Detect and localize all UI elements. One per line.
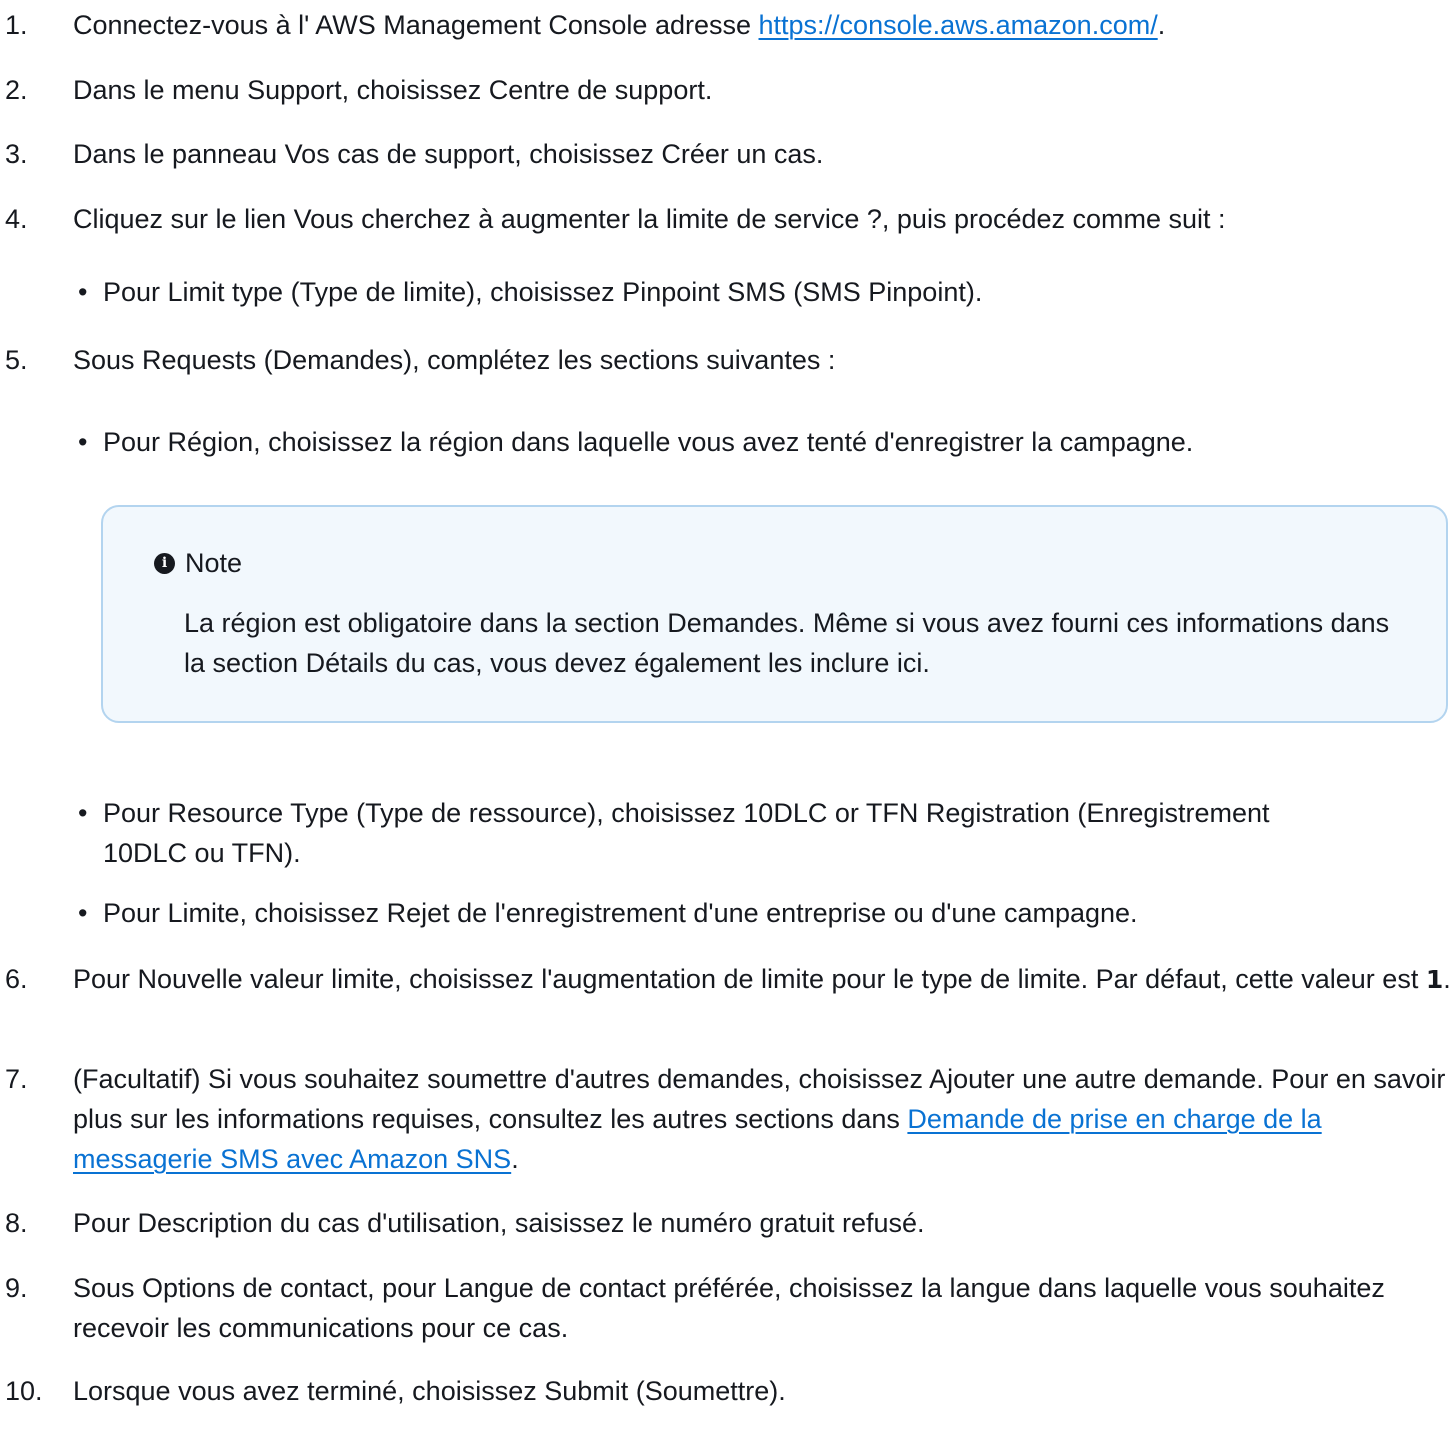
step-text: Pour Description du cas d'utilisation, s… (73, 1208, 925, 1238)
bullet-dot: • (78, 277, 88, 307)
step-text: (Facultatif) Si vous souhaitez soumettre… (73, 1059, 1451, 1179)
bullet-text: Pour Limit type (Type de limite), choisi… (103, 277, 983, 307)
step-text: Sous Requests (Demandes), complétez les … (73, 345, 836, 375)
note-body: La région est obligatoire dans la sectio… (184, 608, 1390, 678)
step-text: Lorsque vous avez terminé, choisissez Su… (73, 1376, 786, 1406)
step-number: 6. (5, 964, 28, 994)
note-title: Note (185, 548, 243, 578)
step-5: 5. Sous Requests (Demandes), complétez l… (0, 340, 1452, 380)
step-text-part: Connectez-vous à l' AWS Management Conso… (73, 10, 759, 40)
step-number: 3. (5, 139, 28, 169)
step-7: 7. (Facultatif) Si vous souhaitez soumet… (0, 1059, 1452, 1179)
step-number: 7. (5, 1064, 28, 1094)
bullet-region: • Pour Région, choisissez la région dans… (0, 422, 1452, 462)
step-text-part: . (1157, 10, 1166, 40)
step-2: 2. Dans le menu Support, choisissez Cent… (0, 70, 1452, 110)
step-text: Pour Nouvelle valeur limite, choisissez … (73, 959, 1451, 1000)
step-number: 5. (5, 345, 28, 375)
bullet-dot: • (78, 898, 88, 928)
bullet-limit: • Pour Limite, choisissez Rejet de l'enr… (0, 893, 1452, 933)
step-text: Dans le panneau Vos cas de support, choi… (73, 139, 824, 169)
step-text-part: Pour Nouvelle valeur limite, choisissez … (73, 964, 1426, 994)
info-icon: i (154, 553, 175, 574)
step-8: 8. Pour Description du cas d'utilisation… (0, 1203, 1452, 1243)
bullet-text: Pour Limite, choisissez Rejet de l'enreg… (103, 898, 1138, 928)
bullet-dot: • (78, 427, 88, 457)
default-value: 1 (1425, 965, 1444, 994)
bullet-text: Pour Région, choisissez la région dans l… (103, 427, 1194, 457)
aws-console-link[interactable]: https://console.aws.amazon.com/ (759, 10, 1158, 40)
step-number: 1. (5, 10, 28, 40)
note-callout: i Note La région est obligatoire dans la… (101, 505, 1448, 723)
step-number: 2. (5, 75, 28, 105)
step-6: 6. Pour Nouvelle valeur limite, choisiss… (0, 959, 1452, 1000)
bullet-text: Pour Resource Type (Type de ressource), … (103, 798, 1270, 868)
bullet-resource-type: • Pour Resource Type (Type de ressource)… (0, 793, 1452, 873)
step-text: Sous Options de contact, pour Langue de … (73, 1273, 1385, 1343)
step-1: 1. Connectez-vous à l' AWS Management Co… (0, 5, 1452, 45)
note-header: i Note (154, 543, 242, 583)
bullet-limit-type: • Pour Limit type (Type de limite), choi… (0, 272, 1452, 312)
step-3: 3. Dans le panneau Vos cas de support, c… (0, 134, 1452, 174)
step-number: 8. (5, 1208, 28, 1238)
procedure-document: 1. Connectez-vous à l' AWS Management Co… (0, 0, 1455, 1451)
step-text: Dans le menu Support, choisissez Centre … (73, 75, 713, 105)
step-10: 10. Lorsque vous avez terminé, choisisse… (0, 1371, 1452, 1411)
step-number: 9. (5, 1273, 28, 1303)
step-text: Connectez-vous à l' AWS Management Conso… (73, 5, 1452, 45)
step-9: 9. Sous Options de contact, pour Langue … (0, 1268, 1452, 1348)
bullet-dot: • (78, 798, 88, 828)
step-text: Cliquez sur le lien Vous cherchez à augm… (73, 204, 1226, 234)
step-number: 4. (5, 204, 28, 234)
step-4: 4. Cliquez sur le lien Vous cherchez à a… (0, 199, 1452, 239)
step-text-part: . (511, 1144, 519, 1174)
step-number: 10. (5, 1376, 43, 1406)
step-text-part: . (1443, 964, 1451, 994)
